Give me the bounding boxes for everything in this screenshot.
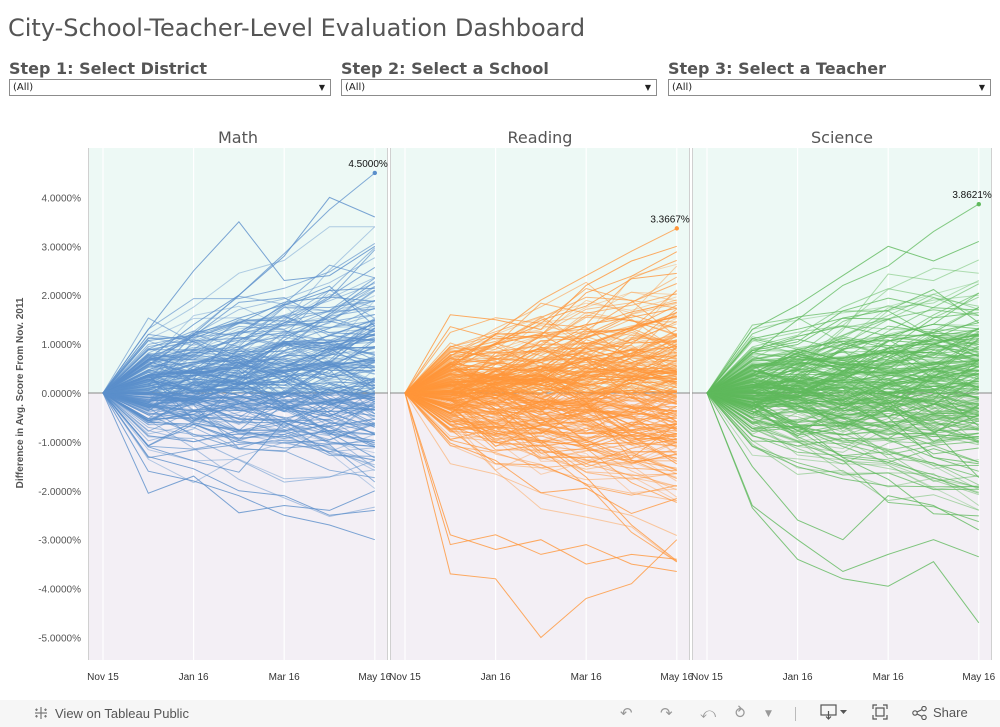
filter-district-value: (All)	[13, 82, 34, 93]
panel-title: Math	[218, 128, 258, 147]
y-tick-label: 0.0000%	[42, 389, 82, 400]
y-tick-label: -4.0000%	[38, 585, 81, 596]
share-button[interactable]: Share	[912, 705, 968, 720]
y-tick-label: 3.0000%	[42, 242, 82, 253]
y-axis-label: Difference in Avg. Score From Nov. 2011	[15, 297, 26, 488]
panel-science: Science Nov 15 Jan 16 Mar 16 May 16 3.8621%	[691, 128, 995, 683]
chevron-down-icon: ▼	[978, 83, 985, 92]
max-point-marker[interactable]	[674, 226, 679, 231]
x-tick-label: Nov 15	[87, 672, 119, 683]
revert-icon[interactable]: ⤺	[700, 704, 716, 722]
toolbar-divider	[795, 707, 796, 721]
max-point-marker[interactable]	[976, 201, 981, 207]
page-title: City-School-Teacher-Level Evaluation Das…	[8, 14, 586, 42]
max-value-label: 3.8621%	[952, 190, 992, 201]
filter-teacher-value: (All)	[672, 82, 693, 93]
chart-panels: MathNov 15 Jan 16 Mar 16 May 164.5000%Readi…	[87, 128, 995, 683]
panel-title: Science	[811, 128, 873, 147]
filter-teacher-label: Step 3: Select a Teacher	[668, 59, 886, 78]
y-axis: 4.0000% 3.0000% 2.0000% 1.0000% 0.0000% -1.00…	[38, 193, 81, 644]
view-on-tableau-link[interactable]: View on Tableau Public	[33, 705, 189, 721]
chevron-down-icon: ▼	[644, 83, 651, 92]
panel-title: Reading	[508, 128, 573, 147]
x-tick-label: May 16	[962, 672, 995, 683]
panel-math: Math Nov 15 Jan 16 Mar 16 May 16 4.5000%	[87, 128, 391, 683]
y-tick-label: -1.0000%	[38, 438, 81, 449]
y-tick-label: 1.0000%	[42, 340, 82, 351]
footer-toolbar: View on Tableau Public ↶ ↷ ⤺ ⥁ ▼ Share	[0, 700, 1000, 727]
filter-school-label: Step 2: Select a School	[341, 59, 549, 78]
filter-school-dropdown[interactable]: (All) ▼	[341, 79, 657, 96]
y-tick-label: 2.0000%	[42, 291, 82, 302]
tableau-logo-icon	[35, 707, 47, 719]
redo-icon[interactable]: ↷	[660, 704, 673, 722]
panel-reading: Reading Nov 15 Jan 16 Mar 16 May 16 3.3667%	[389, 128, 693, 683]
view-on-tableau-label: View on Tableau Public	[55, 705, 189, 721]
line-chart[interactable]: Difference in Avg. Score From Nov. 2011 …	[0, 120, 1000, 695]
filter-school-value: (All)	[345, 82, 366, 93]
negative-region	[692, 393, 992, 660]
y-tick-label: -5.0000%	[38, 634, 81, 645]
x-tick-label: Mar 16	[269, 672, 301, 683]
x-tick-label: May 16	[358, 672, 391, 683]
share-label: Share	[933, 705, 968, 720]
x-tick-label: Nov 15	[389, 672, 421, 683]
filter-district-label: Step 1: Select District	[9, 59, 208, 78]
chevron-down-icon: ▼	[318, 83, 325, 92]
x-tick-label: Mar 16	[873, 672, 905, 683]
fullscreen-icon[interactable]	[872, 704, 888, 724]
max-point-marker[interactable]	[372, 170, 377, 176]
max-value-label: 4.5000%	[348, 159, 388, 170]
x-tick-label: Jan 16	[179, 672, 209, 683]
filter-teacher-dropdown[interactable]: (All) ▼	[668, 79, 991, 96]
x-tick-label: Jan 16	[783, 672, 813, 683]
y-tick-label: -2.0000%	[38, 487, 81, 498]
filter-district-dropdown[interactable]: (All) ▼	[9, 79, 331, 96]
x-tick-label: Jan 16	[481, 672, 511, 683]
download-icon[interactable]	[820, 704, 848, 724]
pause-dropdown-icon[interactable]: ▼	[765, 709, 772, 719]
x-tick-label: Nov 15	[691, 672, 723, 683]
y-tick-label: -3.0000%	[38, 536, 81, 547]
x-tick-label: May 16	[660, 672, 693, 683]
y-tick-label: 4.0000%	[42, 193, 82, 204]
x-tick-label: Mar 16	[571, 672, 603, 683]
max-value-label: 3.3667%	[650, 214, 690, 225]
refresh-icon[interactable]: ⥁	[735, 704, 745, 722]
undo-icon[interactable]: ↶	[620, 704, 633, 722]
share-icon	[912, 705, 927, 720]
